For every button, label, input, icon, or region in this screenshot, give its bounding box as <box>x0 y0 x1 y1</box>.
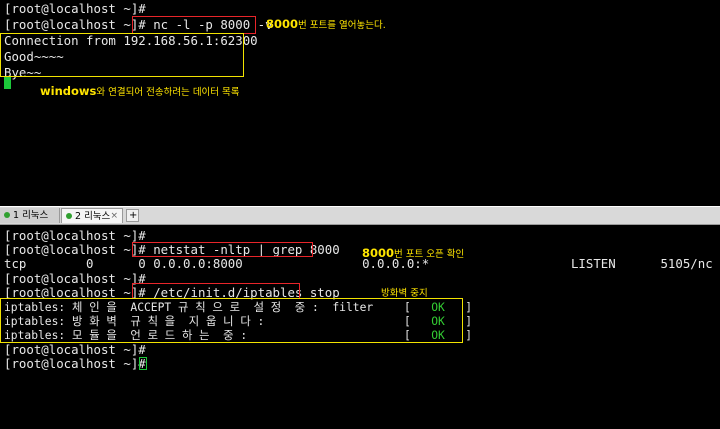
annotation-windows-data: windows와 연결되어 전송하려는 데이터 목록 <box>40 84 240 98</box>
terminal-line: tcp 0 0 0.0.0.0:8000 0.0.0.0:* LISTEN 51… <box>4 256 713 271</box>
annotation-windows-text: 와 연결되어 전송하려는 데이터 목록 <box>96 87 240 98</box>
terminal-pane-top[interactable]: [root@localhost ~]# [root@localhost ~]# … <box>0 0 720 206</box>
annotation-port-check: 8000번 포트 오픈 확인 <box>362 246 464 260</box>
highlight-box-received-data <box>0 33 244 77</box>
terminal-cursor <box>139 357 147 370</box>
tab-label: 1 리눅스 <box>13 210 49 221</box>
session-status-icon <box>66 213 72 219</box>
terminal-line: [root@localhost ~]# <box>4 1 146 16</box>
highlight-box-netstat-command <box>132 242 313 257</box>
highlight-box-iptables-command <box>132 283 300 299</box>
annotation-port-check-text: 번 포트 오픈 확인 <box>394 249 465 260</box>
annotation-port-open: 8000번 포트를 열어놓는다. <box>266 17 386 31</box>
session-status-icon <box>4 212 10 218</box>
annotation-windows-word: windows <box>40 84 97 98</box>
annotation-port-number: 8000 <box>266 17 299 31</box>
terminal-line: [root@localhost ~]# <box>4 356 146 371</box>
tab-session-2[interactable]: 2 리눅스 × <box>61 208 123 223</box>
highlight-box-nc-command <box>132 16 256 34</box>
terminal-cursor <box>4 76 11 89</box>
terminal-pane-bottom[interactable]: [root@localhost ~]# [root@localhost ~]# … <box>0 225 720 429</box>
annotation-port-text: 번 포트를 열어놓는다. <box>298 20 386 31</box>
session-tab-bar: 1 리눅스 2 리눅스 × + <box>0 206 720 225</box>
highlight-box-iptables-output <box>0 298 463 343</box>
tab-label: 2 리눅스 <box>75 211 111 222</box>
annotation-firewall-stop: 방화벽 중지 <box>381 288 428 299</box>
add-tab-button[interactable]: + <box>126 209 139 222</box>
tab-session-1[interactable]: 1 리눅스 <box>0 208 60 223</box>
annotation-port-number: 8000 <box>362 246 395 260</box>
close-icon[interactable]: × <box>110 209 118 224</box>
